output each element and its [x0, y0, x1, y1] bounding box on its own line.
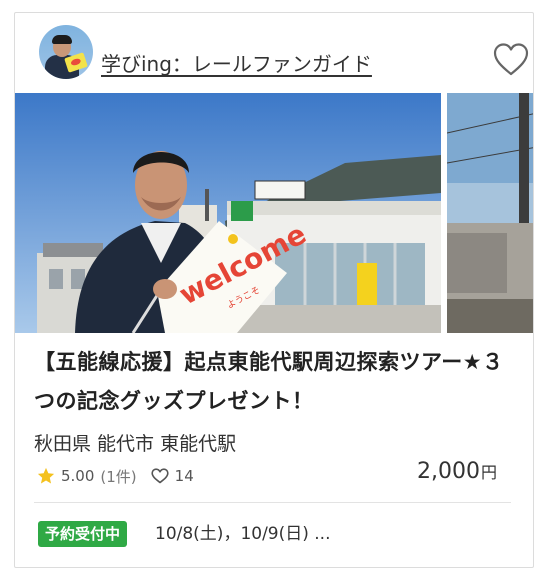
card-header: 学びing：レールファンガイド [39, 25, 529, 81]
author-avatar[interactable] [39, 25, 93, 79]
heart-outline-icon[interactable] [493, 43, 529, 77]
tour-stats: 5.00 (1件) 14 [37, 464, 194, 488]
rating-value: 5.00 [61, 467, 95, 485]
divider [34, 502, 511, 503]
photo-carousel[interactable]: welcome ようこそ [15, 93, 533, 333]
author-name-link[interactable]: 学びing：レールファンガイド [101, 51, 372, 77]
star-icon [37, 467, 55, 484]
station-guide-photo: welcome ようこそ [15, 93, 441, 333]
tour-price: 2,000 円 [417, 459, 497, 484]
status-badge: 予約受付中 [38, 521, 128, 547]
tour-photo-main[interactable]: welcome ようこそ [15, 93, 441, 333]
rating-count[interactable]: (1件) [100, 466, 136, 487]
tour-photo-next[interactable] [447, 93, 533, 333]
favorites-count: 14 [174, 467, 194, 485]
price-unit: 円 [480, 463, 497, 482]
tour-card[interactable]: 学びing：レールファンガイド welcome ようこそ 【五能線応援】起点東能… [14, 12, 534, 568]
tour-title[interactable]: 【五能線応援】起点東能代駅周辺探索ツアー★３つの記念グッズプレゼント！ [34, 343, 516, 421]
railway-photo [447, 93, 533, 333]
tour-dates: 10/8(土)，10/9(日) ... [155, 524, 331, 544]
heart-small-icon [151, 468, 169, 484]
price-amount: 2,000 [417, 459, 480, 484]
tour-location: 秋田県 能代市 東能代駅 [34, 433, 237, 455]
